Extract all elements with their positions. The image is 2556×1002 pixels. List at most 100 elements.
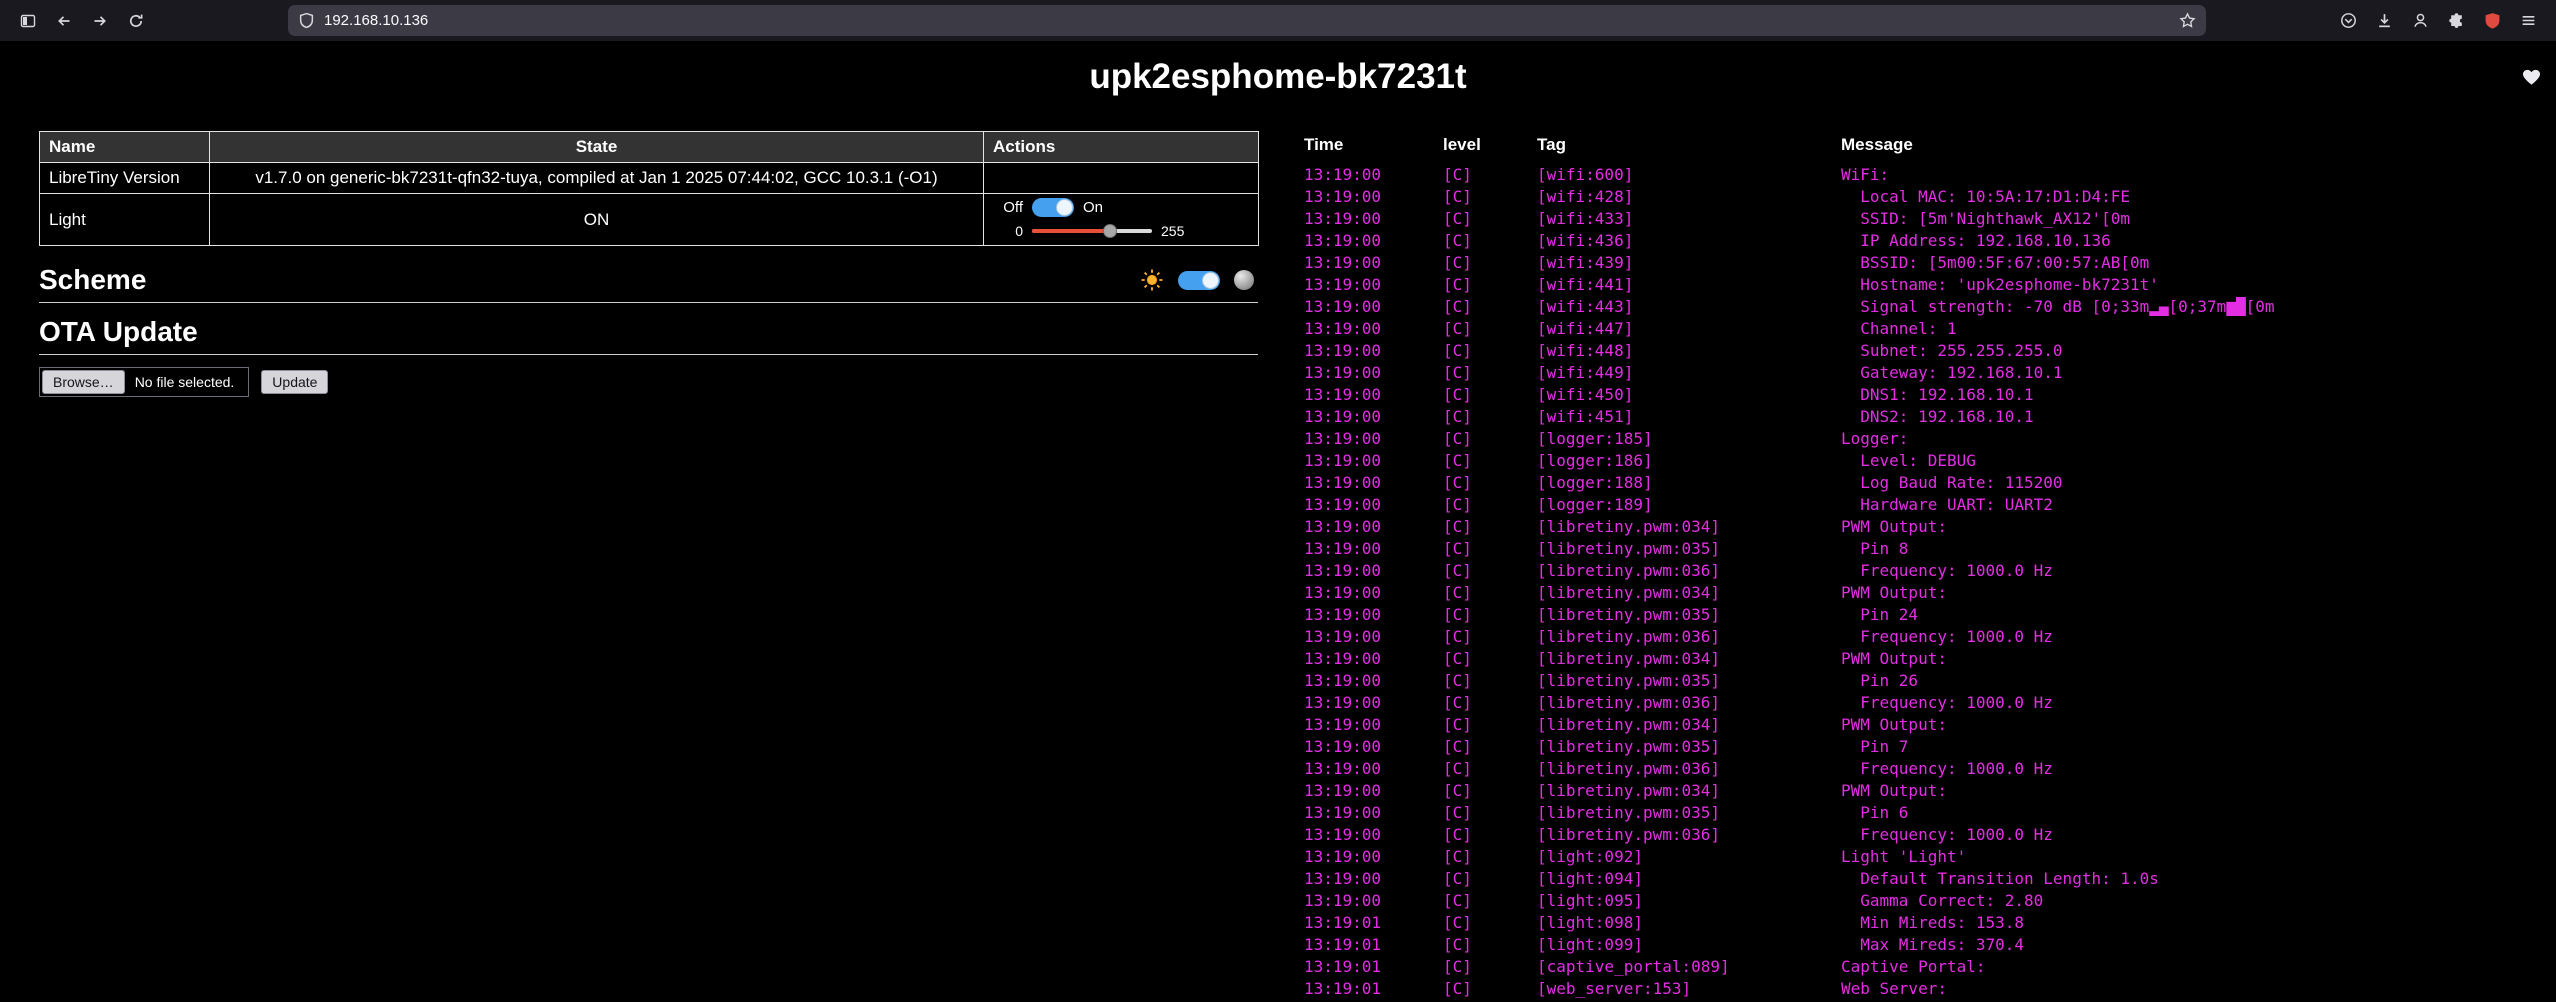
light-toggle[interactable] (1032, 198, 1074, 217)
log-level: [C] (1443, 625, 1537, 647)
entity-state-cell: v1.7.0 on generic-bk7231t-qfn32-tuya, co… (210, 163, 984, 194)
log-message: IP Address: 192.168.10.136 (1841, 229, 2556, 251)
log-tag: [wifi:436] (1537, 229, 1841, 251)
log-level: [C] (1443, 185, 1537, 207)
entity-actions-cell: Off On 0 255 (984, 194, 1259, 246)
log-level: [C] (1443, 889, 1537, 911)
sun-icon (1140, 268, 1164, 292)
back-icon (56, 13, 72, 29)
log-time: 13:19:00 (1288, 229, 1443, 251)
account-button[interactable] (2404, 6, 2436, 36)
extensions-button[interactable] (2440, 6, 2472, 36)
log-row: 13:19:00 [C] [wifi:447] Channel: 1 (1288, 317, 2556, 339)
log-message: Frequency: 1000.0 Hz (1841, 691, 2556, 713)
log-row: 13:19:00 [C] [wifi:441] Hostname: 'upk2e… (1288, 273, 2556, 295)
account-icon (2412, 12, 2429, 29)
log-time: 13:19:00 (1288, 889, 1443, 911)
log-level: [C] (1443, 911, 1537, 933)
tracking-shield-icon[interactable] (298, 12, 315, 29)
file-input[interactable]: Browse… No file selected. (39, 367, 249, 397)
log-row: 13:19:00 [C] [logger:189] Hardware UART:… (1288, 493, 2556, 515)
entity-name-cell: Light (40, 194, 210, 246)
slider-min-label: 0 (997, 223, 1023, 239)
log-message: Signal strength: -70 dB [0;33m▂▄[0;37m▆█… (1841, 295, 2556, 317)
back-button[interactable] (48, 6, 80, 36)
update-button[interactable]: Update (261, 370, 328, 395)
pocket-icon (2340, 12, 2357, 29)
log-level: [C] (1443, 647, 1537, 669)
log-message: Gateway: 192.168.10.1 (1841, 361, 2556, 383)
log-row: 13:19:00 [C] [wifi:436] IP Address: 192.… (1288, 229, 2556, 251)
log-message: PWM Output: (1841, 647, 2556, 669)
log-message: Pin 8 (1841, 537, 2556, 559)
log-tag: [logger:186] (1537, 449, 1841, 471)
log-tag: [logger:185] (1537, 427, 1841, 449)
log-message: BSSID: [5m00:5F:67:00:57:AB[0m (1841, 251, 2556, 273)
log-time: 13:19:00 (1288, 295, 1443, 317)
log-level: [C] (1443, 933, 1537, 955)
bookmark-star-icon[interactable] (2179, 12, 2196, 29)
log-level: [C] (1443, 845, 1537, 867)
log-tag: [libretiny.pwm:034] (1537, 779, 1841, 801)
log-tag: [light:099] (1537, 933, 1841, 955)
downloads-button[interactable] (2368, 6, 2400, 36)
log-level: [C] (1443, 361, 1537, 383)
log-table: Time level Tag Message 13:19:00 [C] [wif… (1288, 131, 2556, 999)
log-row: 13:19:00 [C] [light:095] Gamma Correct: … (1288, 889, 2556, 911)
log-row: 13:19:00 [C] [libretiny.pwm:034] PWM Out… (1288, 515, 2556, 537)
log-level: [C] (1443, 163, 1537, 185)
browse-button[interactable]: Browse… (42, 370, 125, 395)
log-tag: [libretiny.pwm:036] (1537, 691, 1841, 713)
table-row: Light ON Off On 0 (40, 194, 1259, 246)
log-level: [C] (1443, 823, 1537, 845)
log-time: 13:19:00 (1288, 207, 1443, 229)
log-time: 13:19:00 (1288, 801, 1443, 823)
log-row: 13:19:00 [C] [libretiny.pwm:035] Pin 6 (1288, 801, 2556, 823)
reload-button[interactable] (120, 6, 152, 36)
log-time: 13:19:00 (1288, 779, 1443, 801)
url-bar[interactable]: 192.168.10.136 (288, 5, 2206, 36)
pocket-button[interactable] (2332, 6, 2364, 36)
scheme-toggle[interactable] (1178, 271, 1220, 290)
log-row: 13:19:00 [C] [wifi:451] DNS2: 192.168.10… (1288, 405, 2556, 427)
log-message: Gamma Correct: 2.80 (1841, 889, 2556, 911)
log-message: Light 'Light' (1841, 845, 2556, 867)
log-row: 13:19:00 [C] [wifi:449] Gateway: 192.168… (1288, 361, 2556, 383)
log-time: 13:19:00 (1288, 581, 1443, 603)
forward-button[interactable] (84, 6, 116, 36)
ublock-button[interactable] (2476, 6, 2508, 36)
log-time: 13:19:01 (1288, 933, 1443, 955)
light-brightness-slider[interactable] (1032, 224, 1152, 238)
log-level: [C] (1443, 427, 1537, 449)
log-message: WiFi: (1841, 163, 2556, 185)
log-row: 13:19:00 [C] [libretiny.pwm:036] Frequen… (1288, 757, 2556, 779)
light-slider-thumb[interactable] (1103, 224, 1117, 238)
log-time: 13:19:00 (1288, 823, 1443, 845)
log-message: Web Server: (1841, 977, 2556, 999)
log-level: [C] (1443, 251, 1537, 273)
log-message: Channel: 1 (1841, 317, 2556, 339)
log-row: 13:19:00 [C] [logger:186] Level: DEBUG (1288, 449, 2556, 471)
log-message: Frequency: 1000.0 Hz (1841, 757, 2556, 779)
log-message: Frequency: 1000.0 Hz (1841, 559, 2556, 581)
log-level: [C] (1443, 559, 1537, 581)
log-col-level: level (1443, 131, 1537, 163)
log-tag: [logger:188] (1537, 471, 1841, 493)
log-level: [C] (1443, 779, 1537, 801)
log-level: [C] (1443, 801, 1537, 823)
ublock-shield-icon (2484, 12, 2501, 29)
log-tag: [libretiny.pwm:036] (1537, 823, 1841, 845)
log-level: [C] (1443, 493, 1537, 515)
log-row: 13:19:00 [C] [wifi:439] BSSID: [5m00:5F:… (1288, 251, 2556, 273)
menu-button[interactable] (2512, 6, 2544, 36)
ota-heading: OTA Update (39, 316, 198, 348)
log-message: Pin 7 (1841, 735, 2556, 757)
log-tag: [wifi:439] (1537, 251, 1841, 273)
log-tag: [libretiny.pwm:035] (1537, 735, 1841, 757)
log-time: 13:19:00 (1288, 449, 1443, 471)
sidebar-toggle-button[interactable] (12, 6, 44, 36)
toggle-off-label: Off (997, 199, 1023, 216)
log-tag: [wifi:450] (1537, 383, 1841, 405)
col-header-state: State (210, 132, 984, 163)
log-col-message: Message (1841, 131, 2556, 163)
